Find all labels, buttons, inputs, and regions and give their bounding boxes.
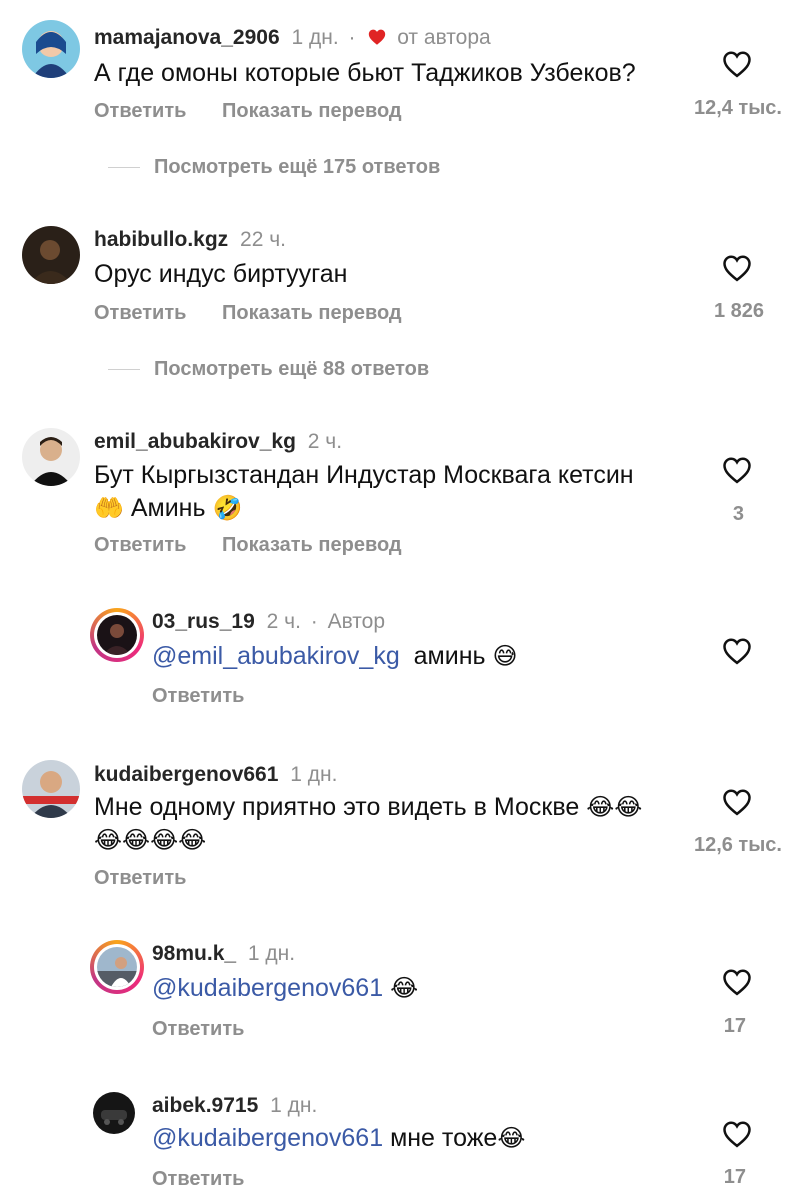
avatar-story-ring[interactable] (90, 940, 144, 994)
view-more-label: Посмотреть ещё 88 ответов (154, 358, 430, 380)
separator: · (348, 26, 356, 49)
comment-actions: Ответить (152, 685, 274, 708)
heart-outline-icon[interactable] (722, 968, 752, 996)
comment-text-line: Аминь (130, 494, 206, 522)
comment-text: Бут Кыргызстандан Индустар Москвага кетс… (94, 459, 634, 525)
tears-of-joy-emoji: 😂 (390, 975, 419, 1002)
like-count: 12,4 тыс. (693, 97, 782, 119)
divider (108, 167, 140, 168)
avatar[interactable] (22, 760, 80, 818)
translate-button[interactable]: Показать перевод (222, 302, 402, 324)
reply-button[interactable]: Ответить (152, 1018, 244, 1040)
heart-outline-icon[interactable] (722, 254, 752, 282)
username[interactable]: kudaibergenov661 (94, 763, 278, 786)
like-count: 17 (723, 1015, 746, 1037)
heart-outline-icon[interactable] (722, 1120, 752, 1148)
reply-button[interactable]: Ответить (94, 100, 186, 122)
comment-text: @kudaibergenov661 😂 (152, 972, 418, 1005)
comment-text: Орус индус биртууган (94, 260, 348, 288)
comment-actions: Ответить Показать перевод (94, 302, 432, 325)
heart-outline-icon[interactable] (722, 456, 752, 484)
reply-button[interactable]: Ответить (152, 1168, 244, 1190)
avatar-ring-inner (94, 612, 140, 658)
translate-button[interactable]: Показать перевод (222, 100, 402, 122)
mention-link[interactable]: @emil_abubakirov_kg (152, 642, 400, 670)
reply-button[interactable]: Ответить (152, 685, 244, 707)
comment-actions: Ответить (152, 1168, 274, 1191)
like-count: 3 (732, 503, 744, 525)
timestamp: 1 дн. (290, 763, 338, 786)
username[interactable]: aibek.9715 (152, 1094, 258, 1117)
author-label: Автор (327, 610, 386, 633)
like-count: 1 826 (713, 300, 764, 322)
avatar-ring-inner (94, 944, 140, 990)
comment-text-line: Бут Кыргызстандан Индустар Москвага кетс… (94, 461, 634, 489)
like-count: 12,6 тыс. (693, 834, 782, 856)
timestamp: 22 ч. (240, 228, 286, 251)
praying-hands-emoji: 🤲 (94, 495, 124, 522)
comment-meta: kudaibergenov661 1 дн. (94, 763, 337, 787)
view-more-label: Посмотреть ещё 175 ответов (154, 156, 441, 178)
comment-actions: Ответить Показать перевод (94, 534, 432, 557)
heart-outline-icon[interactable] (722, 788, 752, 816)
comment-text-line: аминь (413, 642, 486, 670)
like-count: 17 (723, 1166, 746, 1188)
comment-actions: Ответить (94, 867, 216, 890)
mention-link[interactable]: @kudaibergenov661 (152, 974, 383, 1002)
avatar (97, 947, 137, 987)
timestamp: 1 дн. (291, 26, 339, 49)
comment-text: @emil_abubakirov_kg аминь 😅 (152, 640, 518, 673)
comment-meta: 03_rus_19 2 ч. · Автор (152, 610, 385, 634)
heart-outline-icon[interactable] (722, 637, 752, 665)
comment-text: @kudaibergenov661 мне тоже😂 (152, 1122, 525, 1155)
separator: · (310, 610, 318, 633)
tears-of-joy-emoji: 😂😂 (586, 794, 643, 821)
translate-button[interactable]: Показать перевод (222, 534, 402, 556)
avatar-story-ring[interactable] (90, 608, 144, 662)
view-more-replies[interactable]: Посмотреть ещё 175 ответов (108, 156, 440, 179)
author-like-label: от автора (397, 26, 491, 49)
username[interactable]: emil_abubakirov_kg (94, 430, 296, 453)
comment-actions: Ответить Показать перевод (94, 100, 432, 123)
comment-meta: mamajanova_2906 1 дн. · от автора (94, 26, 491, 50)
username[interactable]: mamajanova_2906 (94, 26, 280, 49)
comment-meta: emil_abubakirov_kg 2 ч. (94, 430, 342, 454)
mention-link[interactable]: @kudaibergenov661 (152, 1124, 383, 1152)
comment-text: Мне одному приятно это видеть в Москве 😂… (94, 791, 642, 857)
comment-text-line: Мне одному приятно это видеть в Москве (94, 793, 580, 821)
reply-button[interactable]: Ответить (94, 534, 186, 556)
reply-button[interactable]: Ответить (94, 867, 186, 889)
rolling-laughing-emoji: 🤣 (212, 495, 243, 522)
tears-of-joy-emoji: 😂 (497, 1125, 526, 1152)
heart-outline-icon[interactable] (722, 50, 752, 78)
username[interactable]: 03_rus_19 (152, 610, 255, 633)
timestamp: 1 дн. (247, 942, 296, 965)
divider (108, 369, 140, 370)
timestamp: 1 дн. (270, 1094, 318, 1117)
timestamp: 2 ч. (307, 430, 343, 453)
avatar[interactable] (22, 20, 80, 78)
grinning-sweat-emoji: 😅 (492, 643, 518, 670)
avatar[interactable] (93, 1092, 135, 1134)
username[interactable]: 98mu.k_ (152, 942, 236, 965)
heart-filled-icon (369, 29, 386, 45)
comment-actions: Ответить (152, 1018, 274, 1041)
reply-button[interactable]: Ответить (94, 302, 186, 324)
view-more-replies[interactable]: Посмотреть ещё 88 ответов (108, 358, 429, 381)
timestamp: 2 ч. (266, 610, 301, 633)
comment-meta: habibullo.kgz 22 ч. (94, 228, 286, 252)
username[interactable]: habibullo.kgz (94, 228, 228, 251)
comment-meta: aibek.9715 1 дн. (152, 1094, 317, 1118)
comment-text: А где омоны которые бьют Таджиков Узбеко… (94, 59, 636, 87)
avatar[interactable] (22, 226, 80, 284)
comment-meta: 98mu.k_ 1 дн. (152, 942, 295, 966)
avatar[interactable] (22, 428, 80, 486)
avatar (97, 615, 137, 655)
tears-of-joy-emoji: 😂😂😂😂 (94, 827, 207, 854)
comment-text-line: мне тоже (390, 1124, 498, 1152)
